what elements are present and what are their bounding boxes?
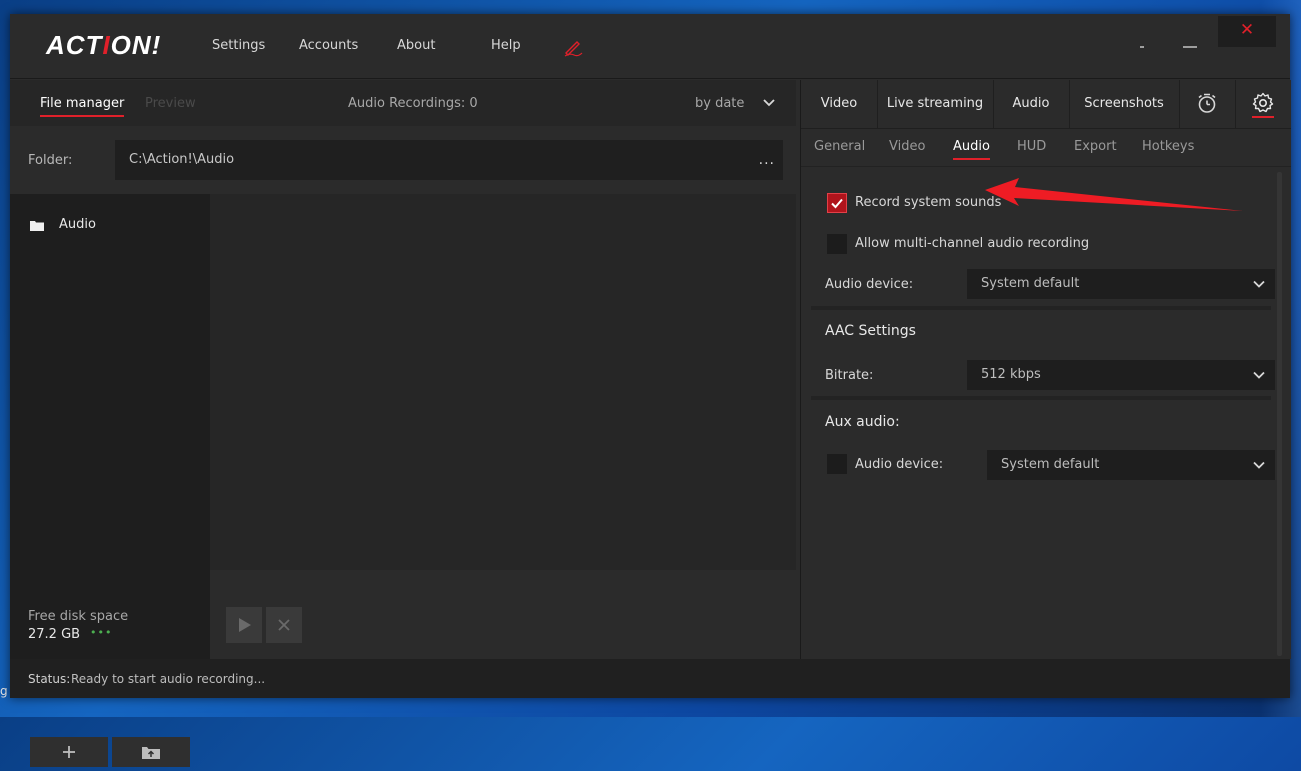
sort-dropdown[interactable]: by date [695,96,744,111]
chevron-down-icon [1253,461,1265,469]
menu-settings[interactable]: Settings [212,38,265,53]
aux-audio-title: Aux audio: [825,414,900,430]
aux-audio-device-checkbox[interactable] [827,454,847,474]
close-button[interactable]: ✕ [1218,16,1276,47]
folder-upload-icon [142,747,160,759]
delete-button[interactable] [266,607,302,643]
pen-icon[interactable] [562,36,584,58]
small-dash-icon [1140,46,1144,48]
folder-label: Folder: [28,153,73,168]
gear-icon [1252,92,1274,113]
checkmark-icon [831,198,843,209]
tree-item-label: Audio [59,217,96,232]
tab-scheduler[interactable] [1179,80,1236,128]
subtab-audio[interactable]: Audio [953,139,990,160]
play-button[interactable] [226,607,262,643]
subtab-video[interactable]: Video [889,139,925,154]
folder-row: Folder: C:\Action!\Audio ... [10,126,796,194]
tab-file-manager[interactable]: File manager [40,96,125,117]
chevron-down-icon[interactable] [762,96,776,110]
bitrate-select[interactable]: 512 kbps [967,360,1275,390]
folder-path-field[interactable]: C:\Action!\Audio ... [115,140,783,180]
add-folder-button[interactable] [30,737,108,767]
folder-path: C:\Action!\Audio [129,152,235,167]
menu-help[interactable]: Help [491,38,521,53]
audio-device-value: System default [981,276,1080,291]
desktop-edge-text: g [0,684,8,698]
status-bar: Status: Ready to start audio recording..… [10,659,1290,698]
annotation-arrow-icon [985,178,1243,211]
subtab-hotkeys[interactable]: Hotkeys [1142,139,1194,154]
settings-subtabs: General Video Audio HUD Export Hotkeys [801,128,1291,167]
x-icon [278,619,290,631]
audio-device-label: Audio device: [825,277,914,292]
restore-button[interactable] [1122,26,1162,56]
plus-icon [63,746,75,758]
file-manager-header: File manager Preview Audio Recordings: 0… [10,80,796,126]
aac-settings-title: AAC Settings [825,323,916,339]
multichannel-label: Allow multi-channel audio recording [855,236,1090,251]
mode-tabs: Video Live streaming Audio Screenshots [801,80,1291,129]
tab-audio[interactable]: Audio [993,80,1070,128]
disk-space-label: Free disk space [28,609,129,624]
minimize-icon [1183,46,1197,48]
browse-folder-button[interactable]: ... [759,152,775,168]
status-message: Ready to start audio recording... [71,672,266,686]
subtab-general[interactable]: General [814,139,865,154]
tab-video[interactable]: Video [801,80,878,128]
file-list-area[interactable] [210,194,796,570]
app-logo: ACTION! [46,30,162,60]
section-divider [811,306,1271,310]
subtab-hud[interactable]: HUD [1017,139,1046,154]
section-divider [811,396,1271,400]
disk-space-value: 27.2 GB [28,627,81,642]
status-key: Status: [28,672,71,686]
record-system-sounds-label: Record system sounds [855,195,1002,210]
tab-screenshots[interactable]: Screenshots [1069,80,1180,128]
tab-live-streaming[interactable]: Live streaming [877,80,994,128]
tab-settings[interactable] [1235,80,1291,128]
action-window: ACTION! Settings Accounts About Help ✕ F… [10,14,1291,767]
audio-device-select[interactable]: System default [967,269,1275,299]
chevron-down-icon [1253,371,1265,379]
menu-about[interactable]: About [397,38,435,53]
open-folder-button[interactable] [112,737,190,767]
bitrate-value: 512 kbps [981,367,1041,382]
aux-audio-device-label: Audio device: [855,457,944,472]
settings-scrollbar[interactable] [1277,172,1282,656]
minimize-button[interactable] [1170,26,1210,56]
recordings-count: Audio Recordings: 0 [348,96,478,111]
folder-tree: Audio Free disk space 27.2 GB ••• [10,194,210,767]
close-icon: ✕ [1239,20,1255,40]
subtab-export[interactable]: Export [1074,139,1117,154]
menu-accounts[interactable]: Accounts [299,38,358,53]
multichannel-checkbox[interactable] [827,234,847,254]
timer-icon [1198,93,1216,113]
disk-status-indicator: ••• [90,626,113,639]
aux-audio-device-value: System default [1001,457,1100,472]
settings-panel: Video Live streaming Audio Screenshots G… [800,80,1291,659]
aux-audio-device-select[interactable]: System default [987,450,1275,480]
bitrate-label: Bitrate: [825,368,874,383]
play-icon [239,618,251,632]
player-controls [210,570,796,659]
title-bar: ACTION! Settings Accounts About Help ✕ [10,14,1290,79]
active-tab-underline [1252,116,1274,118]
chevron-down-icon [1253,280,1265,288]
record-system-sounds-checkbox[interactable] [827,193,847,213]
folder-icon [30,221,44,231]
tab-preview[interactable]: Preview [145,96,196,111]
